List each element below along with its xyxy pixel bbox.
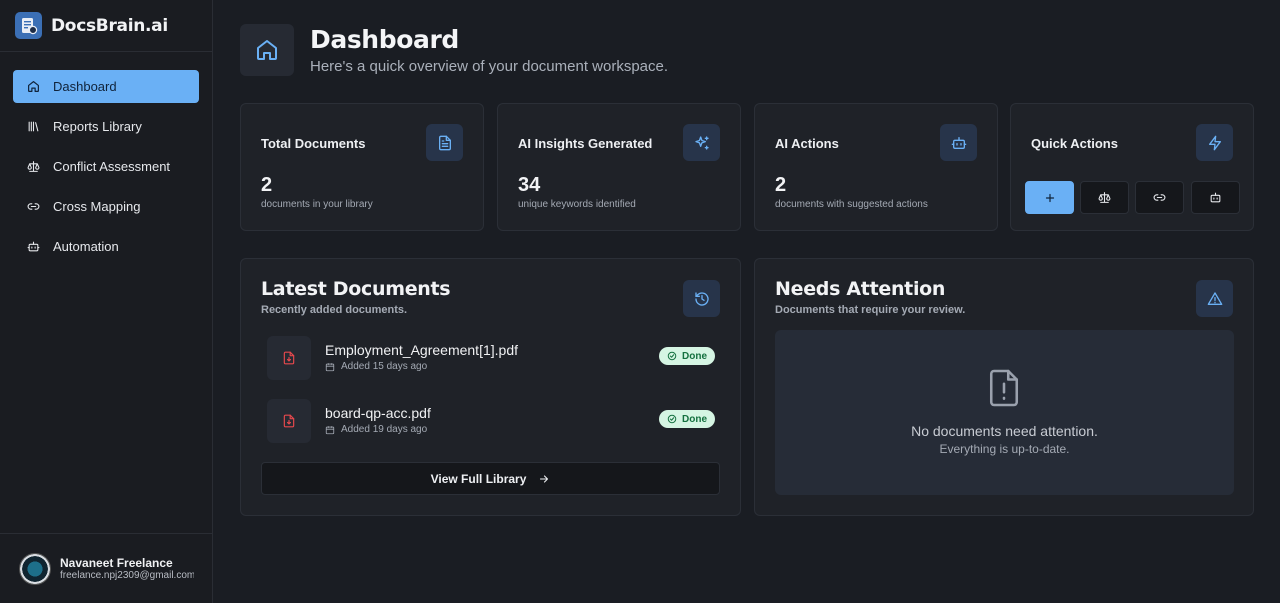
bot-icon	[26, 240, 40, 254]
status-badge: Done	[659, 410, 715, 428]
link-icon	[1153, 194, 1166, 201]
pdf-file-icon	[267, 399, 311, 443]
needs-attention-panel: Needs Attention Documents that require y…	[754, 258, 1254, 516]
quick-actions-card: Quick Actions	[1010, 103, 1254, 231]
avatar	[19, 552, 51, 585]
home-icon	[240, 24, 294, 76]
home-icon	[26, 80, 40, 94]
page-header: Dashboard Here's a quick overview of you…	[240, 24, 668, 76]
brand-name: DocsBrain.ai	[51, 15, 168, 36]
sidebar-item-label: Conflict Assessment	[53, 159, 171, 174]
document-name: Employment_Agreement[1].pdf	[325, 342, 518, 358]
view-full-library-button[interactable]: View Full Library	[261, 462, 720, 495]
document-date: Added 19 days ago	[325, 424, 427, 435]
quick-mapping-button[interactable]	[1135, 181, 1184, 214]
link-icon	[26, 200, 40, 214]
quick-add-button[interactable]	[1025, 181, 1074, 214]
stat-card-ai-actions: AI Actions 2 documents with suggested ac…	[754, 103, 998, 231]
arrow-right-icon	[540, 474, 549, 483]
document-name: board-qp-acc.pdf	[325, 405, 431, 421]
page-subtitle: Here's a quick overview of your document…	[310, 58, 669, 75]
stat-desc: unique keywords identified	[518, 199, 636, 210]
history-icon[interactable]	[683, 280, 720, 317]
sidebar-nav: Dashboard Reports Library Conflict Asses…	[0, 52, 212, 263]
user-profile[interactable]: Navaneet Freelance freelance.npj2309@gma…	[0, 533, 212, 603]
sidebar-item-reports-library[interactable]: Reports Library	[13, 110, 199, 143]
stat-value: 2	[775, 174, 787, 196]
stat-value: 2	[261, 174, 273, 196]
quick-conflict-button[interactable]	[1080, 181, 1129, 214]
empty-state-subtitle: Everything is up-to-date.	[939, 442, 1070, 456]
sidebar: DocsBrain.ai Dashboard Reports Library C…	[0, 0, 213, 603]
calendar-icon	[325, 362, 335, 371]
stat-value: 34	[518, 174, 541, 196]
file-text-icon	[426, 124, 463, 161]
plus-icon	[1045, 193, 1054, 202]
check-circle-icon	[667, 414, 677, 424]
scale-icon	[1098, 192, 1111, 203]
sidebar-item-cross-mapping[interactable]: Cross Mapping	[13, 190, 199, 223]
alert-triangle-icon[interactable]	[1196, 280, 1233, 317]
file-alert-icon	[989, 369, 1019, 407]
brand[interactable]: DocsBrain.ai	[0, 0, 212, 52]
sidebar-item-label: Cross Mapping	[53, 199, 141, 214]
empty-state: No documents need attention. Everything …	[775, 330, 1234, 495]
sidebar-item-conflict-assessment[interactable]: Conflict Assessment	[13, 150, 199, 183]
user-email: freelance.npj2309@gmail.com	[60, 570, 194, 581]
bot-icon	[940, 124, 977, 161]
document-row[interactable]: Employment_Agreement[1].pdf Added 15 day…	[267, 336, 715, 380]
sparkles-icon	[683, 124, 720, 161]
main-content: Dashboard Here's a quick overview of you…	[213, 0, 1280, 603]
calendar-icon	[325, 425, 335, 434]
page-title: Dashboard	[310, 25, 459, 54]
quick-automation-button[interactable]	[1191, 181, 1240, 214]
sidebar-item-label: Reports Library	[53, 119, 142, 134]
latest-documents-title: Latest Documents	[261, 278, 451, 300]
document-date: Added 15 days ago	[325, 361, 427, 372]
sidebar-item-label: Dashboard	[53, 79, 117, 94]
latest-documents-panel: Latest Documents Recently added document…	[240, 258, 741, 516]
logo-icon	[15, 12, 42, 39]
library-icon	[26, 120, 40, 134]
sidebar-item-automation[interactable]: Automation	[13, 230, 199, 263]
empty-state-title: No documents need attention.	[911, 423, 1098, 439]
quick-actions-title: Quick Actions	[1031, 136, 1118, 151]
sidebar-item-label: Automation	[53, 239, 119, 254]
pdf-file-icon	[267, 336, 311, 380]
latest-documents-subtitle: Recently added documents.	[261, 304, 408, 316]
zap-icon	[1196, 124, 1233, 161]
user-name: Navaneet Freelance	[60, 556, 173, 570]
scale-icon	[26, 160, 40, 174]
stat-desc: documents in your library	[261, 199, 373, 210]
status-badge: Done	[659, 347, 715, 365]
stat-title: Total Documents	[261, 136, 366, 151]
stat-card-ai-insights: AI Insights Generated 34 unique keywords…	[497, 103, 741, 231]
bot-icon	[1210, 192, 1221, 203]
document-row[interactable]: board-qp-acc.pdf Added 19 days ago Done	[267, 399, 715, 443]
sidebar-item-dashboard[interactable]: Dashboard	[13, 70, 199, 103]
stat-title: AI Insights Generated	[518, 136, 653, 151]
stat-title: AI Actions	[775, 136, 839, 151]
needs-attention-title: Needs Attention	[775, 278, 946, 300]
check-circle-icon	[667, 351, 677, 361]
stat-card-total-documents: Total Documents 2 documents in your libr…	[240, 103, 484, 231]
needs-attention-subtitle: Documents that require your review.	[775, 304, 966, 316]
stat-desc: documents with suggested actions	[775, 199, 928, 210]
